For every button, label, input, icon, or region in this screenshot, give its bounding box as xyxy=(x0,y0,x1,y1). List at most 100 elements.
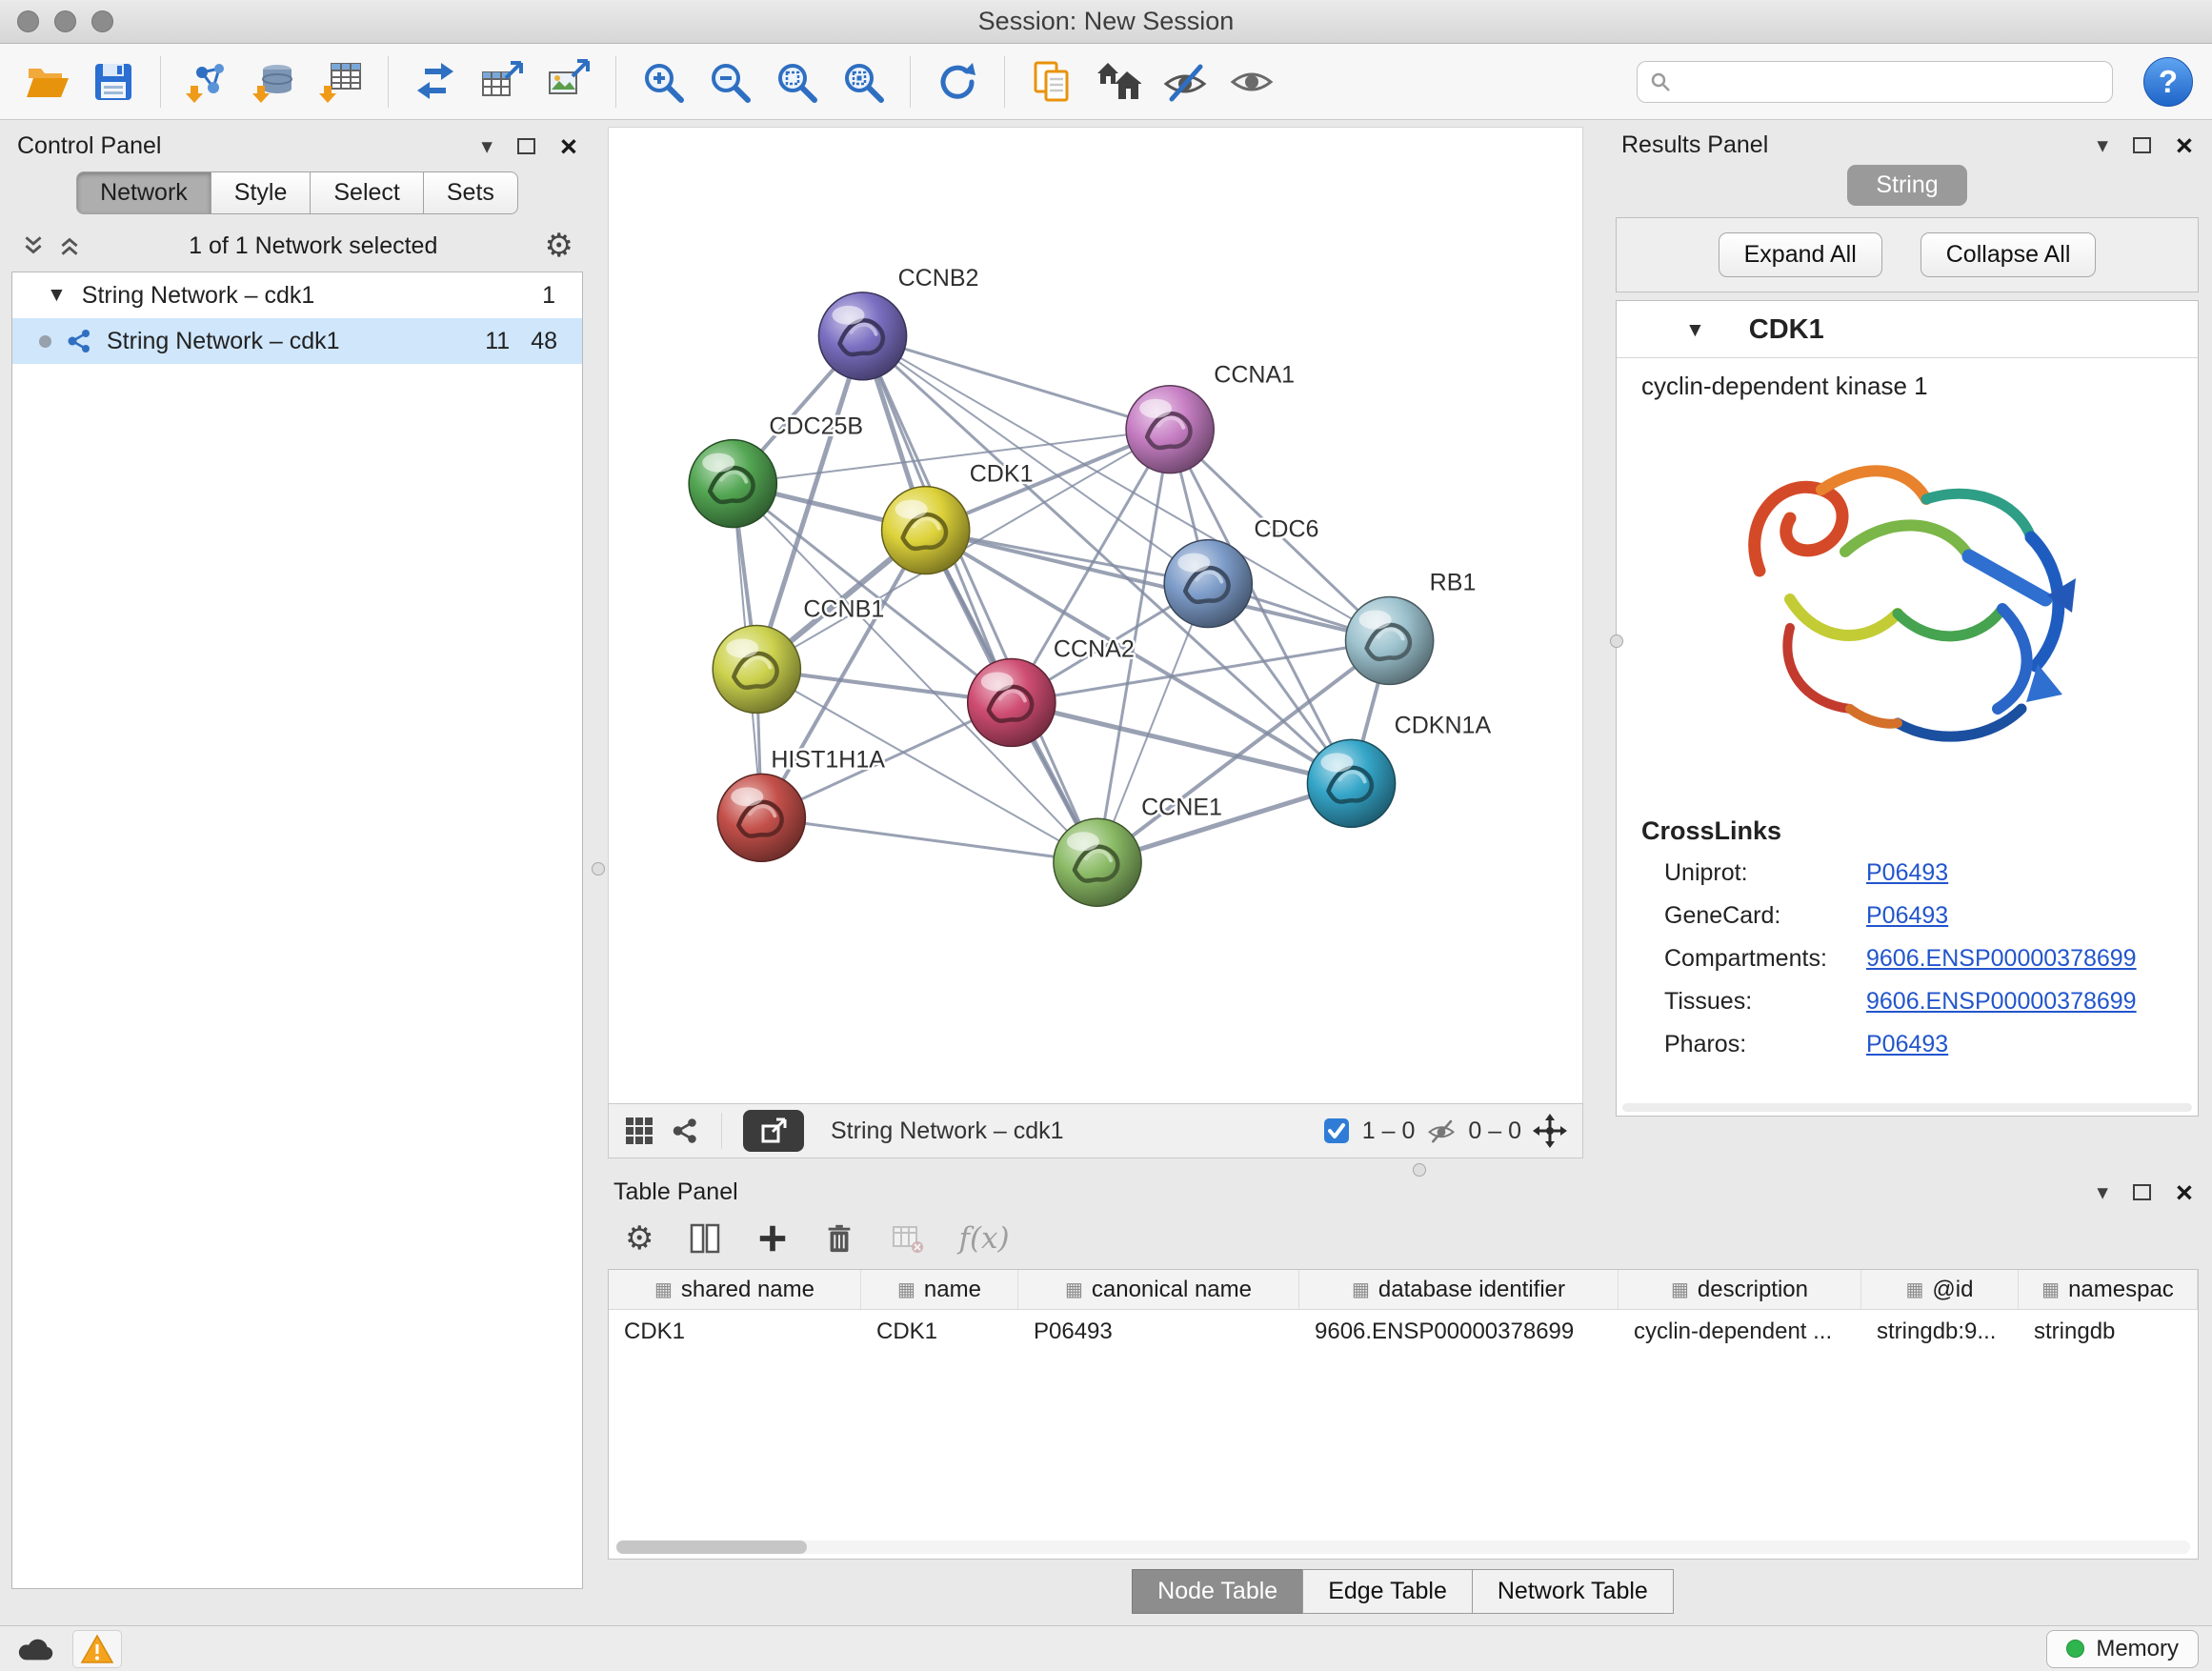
export-view-button[interactable] xyxy=(743,1110,804,1152)
collapse-all-button[interactable]: Collapse All xyxy=(1920,232,2097,277)
tab-sets[interactable]: Sets xyxy=(423,171,518,214)
export-network-button[interactable] xyxy=(408,54,463,110)
crosslink-link[interactable]: 9606.ENSP00000378699 xyxy=(1866,988,2137,1016)
network-canvas[interactable]: CCNB2CCNA1CDC25BCDK1CDC6RB1CCNB1CCNA2CDK… xyxy=(608,127,1583,1103)
float-panel-icon[interactable] xyxy=(2133,1184,2151,1200)
tab-select[interactable]: Select xyxy=(310,171,423,214)
columns-icon[interactable] xyxy=(688,1221,722,1256)
zoom-fit-button[interactable] xyxy=(769,54,824,110)
expand-all-button[interactable]: Expand All xyxy=(1719,232,1882,277)
network-node-CCNA1[interactable] xyxy=(1126,386,1214,473)
float-panel-icon[interactable] xyxy=(517,138,535,154)
function-builder-icon[interactable]: f(x) xyxy=(958,1221,1009,1256)
expand-tree-icon[interactable] xyxy=(21,233,46,258)
bottom-splitter-handle[interactable] xyxy=(1413,1163,1426,1177)
save-session-button[interactable] xyxy=(86,54,141,110)
column-header-shared-name[interactable]: ▦shared name xyxy=(609,1270,861,1309)
search-input[interactable] xyxy=(1679,69,2101,95)
export-table-button[interactable] xyxy=(474,54,530,110)
import-database-button[interactable] xyxy=(247,54,302,110)
pan-crosshair-icon[interactable] xyxy=(1533,1114,1567,1148)
home-button[interactable] xyxy=(1091,54,1146,110)
zoom-window-button[interactable] xyxy=(91,10,113,32)
close-panel-icon[interactable]: × xyxy=(2176,131,2193,160)
tab-style[interactable]: Style xyxy=(211,171,312,214)
network-collection-row[interactable]: ▼ String Network – cdk1 1 xyxy=(12,272,582,318)
table-horizontal-scrollbar[interactable] xyxy=(616,1540,2190,1554)
network-node-CCNA2[interactable] xyxy=(968,658,1056,746)
network-edge-CCNB2-RB1[interactable] xyxy=(863,336,1390,641)
collapse-tree-icon[interactable] xyxy=(57,233,82,258)
minimize-window-button[interactable] xyxy=(54,10,76,32)
tab-node-table[interactable]: Node Table xyxy=(1132,1569,1303,1614)
refresh-button[interactable] xyxy=(930,54,985,110)
show-annotations-button[interactable] xyxy=(1224,54,1279,110)
zoom-out-button[interactable] xyxy=(702,54,757,110)
zoom-in-button[interactable] xyxy=(635,54,691,110)
selected-checkbox-icon[interactable] xyxy=(1322,1117,1351,1145)
network-edge-CCNB2-CCNA1[interactable] xyxy=(863,336,1171,430)
column-header-description[interactable]: ▦description xyxy=(1619,1270,1861,1309)
network-edge-CCNB2-CCNE1[interactable] xyxy=(863,336,1097,862)
network-graph[interactable]: CCNB2CCNA1CDC25BCDK1CDC6RB1CCNB1CCNA2CDK… xyxy=(609,128,1582,1103)
network-node-CCNB2[interactable] xyxy=(818,292,906,380)
column-header-namespace[interactable]: ▦namespac xyxy=(2019,1270,2198,1309)
hidden-eye-icon[interactable] xyxy=(1426,1117,1457,1145)
table-row[interactable]: CDK1 CDK1 P06493 9606.ENSP00000378699 cy… xyxy=(609,1310,2198,1354)
import-network-button[interactable] xyxy=(180,54,235,110)
scrollbar-thumb[interactable] xyxy=(616,1540,807,1554)
column-header-canonical-name[interactable]: ▦canonical name xyxy=(1018,1270,1299,1309)
network-node-CCNE1[interactable] xyxy=(1054,818,1141,906)
network-node-RB1[interactable] xyxy=(1346,597,1434,685)
memory-button[interactable]: Memory xyxy=(2046,1630,2199,1668)
network-node-CCNB1[interactable] xyxy=(713,625,800,713)
close-panel-icon[interactable]: × xyxy=(2176,1178,2193,1207)
network-node-CDC25B[interactable] xyxy=(689,440,776,528)
left-splitter-handle[interactable] xyxy=(592,862,605,876)
open-session-button[interactable] xyxy=(19,54,74,110)
column-header-id[interactable]: ▦@id xyxy=(1861,1270,2019,1309)
crosslink-link[interactable]: 9606.ENSP00000378699 xyxy=(1866,945,2137,973)
help-button[interactable]: ? xyxy=(2143,57,2193,107)
grid-view-button[interactable] xyxy=(624,1116,654,1146)
export-image-button[interactable] xyxy=(541,54,596,110)
cloud-icon[interactable] xyxy=(13,1634,57,1664)
horizontal-splitter[interactable] xyxy=(600,1158,2212,1174)
tab-network-table[interactable]: Network Table xyxy=(1472,1569,1674,1614)
network-edge-HIST1H1A-CCNE1[interactable] xyxy=(761,817,1097,862)
network-node-HIST1H1A[interactable] xyxy=(717,774,805,861)
warnings-button[interactable] xyxy=(72,1630,122,1668)
copy-document-button[interactable] xyxy=(1024,54,1079,110)
gear-icon[interactable]: ⚙ xyxy=(545,230,573,262)
hide-annotations-button[interactable] xyxy=(1157,54,1213,110)
network-node-CDK1[interactable] xyxy=(882,487,970,574)
crosslink-link[interactable]: P06493 xyxy=(1866,902,1948,930)
crosslink-link[interactable]: P06493 xyxy=(1866,1031,1948,1058)
network-node-CDC6[interactable] xyxy=(1164,540,1252,628)
add-column-plus-icon[interactable] xyxy=(756,1222,789,1255)
column-header-database-identifier[interactable]: ▦database identifier xyxy=(1299,1270,1619,1309)
right-splitter-handle[interactable] xyxy=(1610,634,1623,648)
float-panel-icon[interactable] xyxy=(2133,137,2151,153)
disclosure-triangle-icon[interactable]: ▼ xyxy=(1685,319,1705,342)
network-row-selected[interactable]: String Network – cdk1 11 48 xyxy=(12,318,582,364)
zoom-selected-button[interactable] xyxy=(835,54,891,110)
delete-table-icon[interactable] xyxy=(890,1221,924,1256)
panel-menu-icon[interactable]: ▾ xyxy=(481,135,493,157)
delete-trash-icon[interactable] xyxy=(823,1222,855,1255)
network-overview-button[interactable] xyxy=(670,1116,700,1146)
close-panel-icon[interactable]: × xyxy=(560,131,577,161)
column-header-name[interactable]: ▦name xyxy=(861,1270,1018,1309)
table-settings-gear-icon[interactable]: ⚙ xyxy=(625,1222,654,1255)
tab-network[interactable]: Network xyxy=(76,171,211,214)
panel-menu-icon[interactable]: ▾ xyxy=(2097,1181,2108,1203)
network-node-CDKN1A[interactable] xyxy=(1307,739,1395,827)
close-window-button[interactable] xyxy=(17,10,39,32)
string-results-tab[interactable]: String xyxy=(1847,165,1966,206)
crosslink-link[interactable]: P06493 xyxy=(1866,859,1948,887)
tab-edge-table[interactable]: Edge Table xyxy=(1302,1569,1473,1614)
results-scrollbar[interactable] xyxy=(1622,1103,2192,1112)
disclosure-triangle-icon[interactable]: ▼ xyxy=(47,284,67,307)
import-table-button[interactable] xyxy=(313,54,369,110)
panel-menu-icon[interactable]: ▾ xyxy=(2097,134,2108,156)
